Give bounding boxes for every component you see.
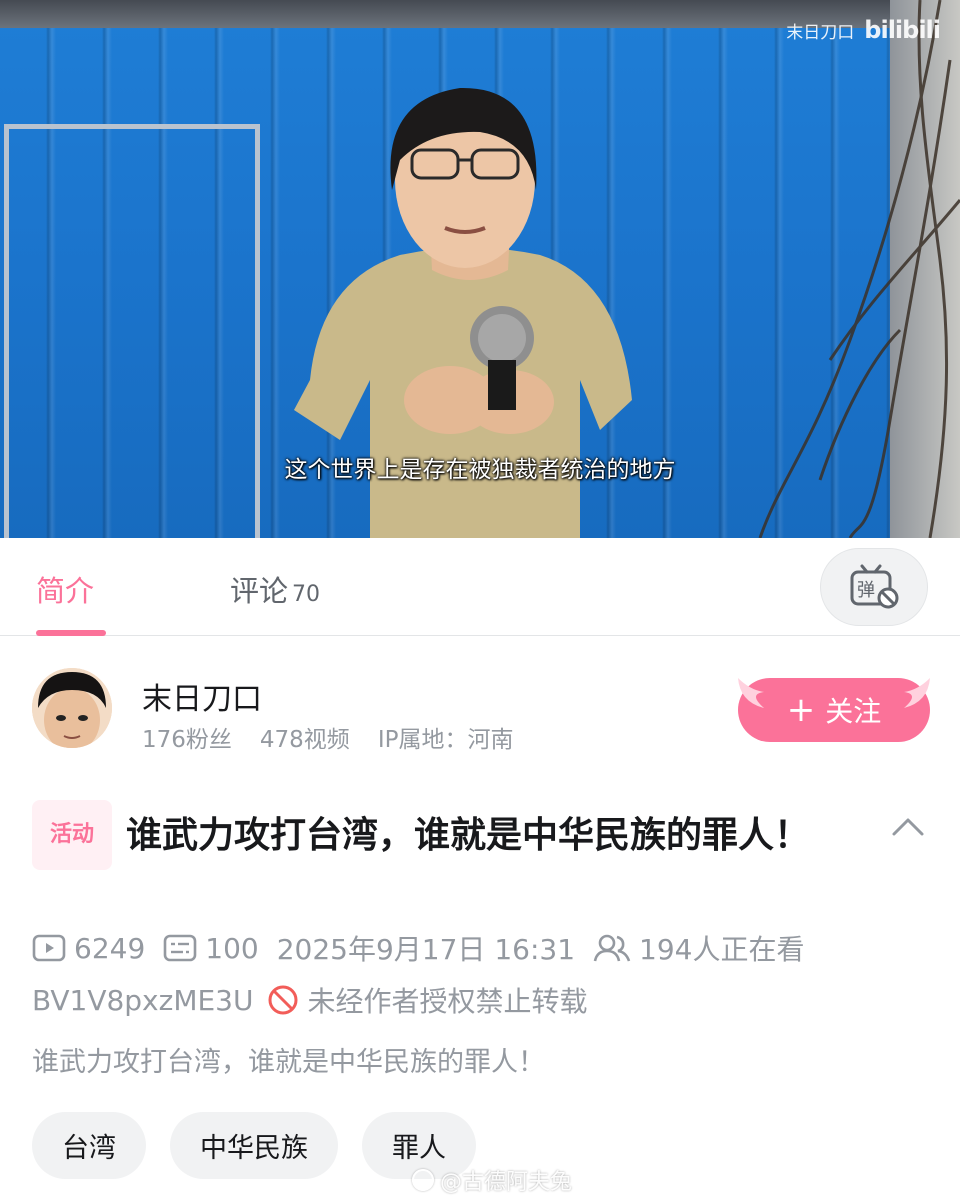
tag-item[interactable]: 台湾	[32, 1112, 146, 1179]
bvid[interactable]: BV1V8pxzME3U	[32, 984, 253, 1017]
svg-text:弹: 弹	[857, 580, 875, 601]
reprint-notice: 未经作者授权禁止转载	[267, 980, 588, 1020]
play-count: 6249	[32, 932, 145, 965]
play-icon	[32, 934, 66, 962]
plus-icon: +	[786, 690, 816, 730]
uploader-ip-location: IP属地：河南	[377, 727, 514, 753]
uploader-avatar[interactable]	[32, 668, 112, 748]
video-title-row: 活动 谁武力攻打台湾，谁就是中华民族的罪人！	[32, 800, 872, 870]
play-count-value: 6249	[74, 931, 146, 965]
video-description: 谁武力攻打台湾，谁就是中华民族的罪人！	[32, 1047, 545, 1078]
tab-bar: 简介 评论 70 弹	[0, 538, 960, 636]
watermark-channel: 末日刀口	[786, 22, 855, 43]
reprint-notice-text: 未经作者授权禁止转载	[307, 985, 588, 1018]
tag-list: 台湾 中华民族 罪人	[32, 1112, 476, 1179]
video-stats-row: 6249 100 2025年9月17日 16:31 194人正在看	[32, 928, 822, 968]
uploader-videos: 478视频	[259, 727, 350, 753]
avatar-face-icon	[32, 668, 112, 748]
activity-badge[interactable]: 活动	[32, 800, 113, 870]
weibo-logo-icon	[412, 1169, 434, 1191]
uploader-name[interactable]: 末日刀口	[142, 674, 262, 718]
uploader-info: 末日刀口 176粉丝 478视频 IP属地：河南 + 关注	[0, 636, 960, 786]
video-watermark: 末日刀口 bilibili	[786, 16, 941, 44]
video-title-block: 活动 谁武力攻打台湾，谁就是中华民族的罪人！	[32, 800, 872, 870]
wing-decoration-icon	[904, 678, 930, 708]
video-id-row: BV1V8pxzME3U 未经作者授权禁止转载	[32, 980, 588, 1020]
uploader-stats: 176粉丝 478视频 IP属地：河南	[142, 720, 513, 754]
follow-button[interactable]: + 关注	[738, 678, 930, 742]
tab-comments-count: 70	[292, 582, 321, 607]
tab-intro[interactable]: 简介	[36, 568, 94, 610]
publish-time: 2025年9月17日 16:31	[277, 928, 575, 968]
chevron-up-icon[interactable]	[888, 808, 928, 848]
tab-comments-label: 评论	[230, 574, 289, 608]
video-title: 谁武力攻打台湾，谁就是中华民族的罪人！	[126, 815, 811, 856]
bilibili-logo: bilibili	[864, 16, 941, 44]
follow-label: 关注	[825, 695, 882, 728]
watching-now-value: 194人正在看	[639, 933, 805, 966]
danmaku-count-value: 100	[205, 931, 259, 965]
video-player[interactable]: 末日刀口 bilibili 这个世界上是存在被独裁者统治的地方	[0, 0, 960, 538]
tab-intro-label: 简介	[36, 574, 95, 608]
danmaku-toggle-icon: 弹	[850, 564, 899, 609]
weibo-watermark: @古德阿夫兔	[412, 1164, 572, 1196]
weibo-watermark-text: @古德阿夫兔	[440, 1170, 573, 1195]
people-icon	[593, 934, 631, 962]
prohibited-icon	[268, 985, 298, 1015]
uploader-fans: 176粉丝	[142, 727, 232, 753]
tab-comments[interactable]: 评论 70	[230, 568, 320, 610]
danmaku-count: 100	[163, 931, 259, 965]
publish-time-value: 2025年9月17日 16:31	[276, 933, 576, 966]
video-subtitle: 这个世界上是存在被独裁者统治的地方	[284, 457, 676, 483]
danmaku-icon	[163, 934, 197, 962]
danmaku-toggle-button[interactable]: 弹	[820, 548, 928, 626]
wing-decoration-icon	[738, 678, 764, 708]
watching-now: 194人正在看	[593, 928, 804, 968]
tag-item[interactable]: 中华民族	[170, 1112, 338, 1179]
